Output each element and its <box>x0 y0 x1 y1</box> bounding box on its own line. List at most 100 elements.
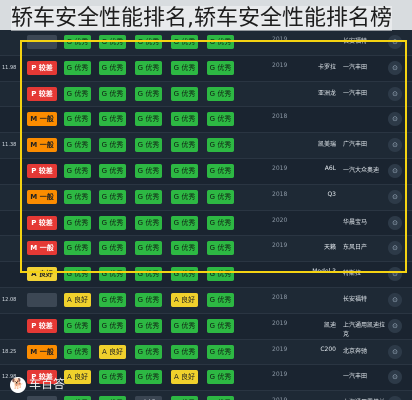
model-year: 2018 <box>272 113 288 121</box>
overall-rating-badge: P 较差 <box>27 318 57 333</box>
car-model: 凯美瑞 <box>317 141 336 149</box>
brand-logo-icon: ⊙ <box>388 267 402 282</box>
table-row[interactable]: 18.25 M 一般 G 优秀 A 良好 G 优秀 G 优秀 G 优秀 2019 C200 北京奔… <box>0 339 412 366</box>
price-label <box>2 113 16 125</box>
car-model: C200 <box>320 345 336 353</box>
rating-badge: G 优秀 <box>99 189 126 204</box>
overall-rating-badge: M 一般 <box>27 241 57 256</box>
rating-badge: G 优秀 <box>171 318 198 333</box>
overall-rating-badge <box>27 396 57 400</box>
rating-badge: G 优秀 <box>207 163 234 178</box>
brand-logo-icon: ⊙ <box>388 189 402 204</box>
ranking-screenshot: G 优秀 G 优秀 G 优秀 G 优秀 G 优秀 2019 长安福特 ⊙ 11.98 P 较差 G … <box>0 0 412 400</box>
car-model: 凯迪 <box>323 321 336 329</box>
rating-badge: G 优秀 <box>64 189 91 204</box>
rating-badge: G 优秀 <box>171 86 198 101</box>
table-row[interactable]: M 一般 G 优秀 G 优秀 G 优秀 G 优秀 G 优秀 2019 天籁 东风日产 ⊙ <box>0 236 412 263</box>
rating-badge: G 优秀 <box>207 292 234 307</box>
rating-badge: G 优秀 <box>171 241 198 256</box>
rating-badge: G 优秀 <box>135 163 162 178</box>
brand-logo-icon: ⊙ <box>388 215 402 230</box>
rating-badge: G 优秀 <box>135 215 162 230</box>
rating-badge: A 良好 <box>64 292 91 307</box>
table-row[interactable]: P 较差 G 优秀 G 优秀 G 优秀 G 优秀 G 优秀 2019 凯迪 上汽通用凯迪拉克 ⊙ <box>0 313 412 340</box>
brand-logo-icon: ⊙ <box>388 86 402 101</box>
rating-badge: G 优秀 <box>64 318 91 333</box>
car-brand: 一汽丰田 <box>343 63 368 71</box>
table-row[interactable]: 11.98 P 较差 G 优秀 G 优秀 G 优秀 G 优秀 G 优秀 2019 卡罗拉 一汽丰田… <box>0 55 412 82</box>
rating-badge: G 优秀 <box>64 60 91 75</box>
rating-badge: G 优秀 <box>207 241 234 256</box>
price-label <box>2 217 16 229</box>
overall-rating-badge: P 较差 <box>27 163 57 178</box>
rating-badge: G 优秀 <box>207 344 234 359</box>
brand-logo-icon: ⊙ <box>388 318 402 333</box>
rating-badge: G 优秀 <box>64 35 91 49</box>
rating-badge: G 优秀 <box>135 35 162 49</box>
rating-badge: G 优秀 <box>99 112 126 127</box>
rating-badge: G 优秀 <box>64 396 91 400</box>
rating-badge: G 优秀 <box>64 138 91 153</box>
car-model: 亚洲龙 <box>317 89 336 97</box>
table-row[interactable]: P 较差 G 优秀 G 优秀 G 优秀 G 优秀 G 优秀 2019 A6L 一汽大众奥迪 ⊙ <box>0 158 412 185</box>
rating-badge: G 优秀 <box>135 86 162 101</box>
rating-badge: 未知 <box>135 396 162 400</box>
overlay-title: 轿车安全性能排名,轿车安全性能排名榜 <box>11 4 403 34</box>
rating-badge: G 优秀 <box>135 344 162 359</box>
price-label <box>2 165 16 177</box>
car-brand: 北京奔驰 <box>343 347 368 355</box>
rating-badge: G 优秀 <box>207 267 234 282</box>
table-row[interactable]: 11.38 M 一般 G 优秀 G 优秀 G 优秀 G 优秀 G 优秀 凯美瑞 广汽丰田 ⊙ <box>0 133 412 159</box>
rating-badge: G 优秀 <box>64 241 91 256</box>
table-row[interactable]: M 一般 G 优秀 G 优秀 G 优秀 G 优秀 G 优秀 2018 Q3 ⊙ <box>0 184 412 211</box>
rating-badge: G 优秀 <box>99 60 126 75</box>
overall-rating-badge: P 较差 <box>27 215 57 230</box>
car-model: Q3 <box>327 190 336 198</box>
car-brand: 长安福特 <box>343 38 368 45</box>
watermark-text: 车百答 <box>29 377 66 391</box>
table-row[interactable]: 12.08 A 良好 G 优秀 G 优秀 A 良好 G 优秀 2018 长安福特 ⊙ <box>0 287 412 314</box>
rating-badge: G 优秀 <box>171 60 198 75</box>
price-label: 11.38 <box>2 142 17 149</box>
overall-rating-badge: M 一般 <box>27 344 57 359</box>
price-label <box>2 320 16 332</box>
rating-badge: G 优秀 <box>207 138 234 153</box>
rating-badge: G 优秀 <box>135 292 162 307</box>
price-label: 12.08 <box>2 296 17 303</box>
rating-badge: G 优秀 <box>64 112 91 127</box>
car-model: Model 3 <box>312 268 336 276</box>
overall-rating-badge: P 较差 <box>27 86 57 101</box>
price-label <box>2 242 16 254</box>
table-row[interactable]: P 较差 G 优秀 G 优秀 G 优秀 G 优秀 G 优秀 亚洲龙 一汽丰田 ⊙ <box>0 81 412 108</box>
rating-badge: G 优秀 <box>171 344 198 359</box>
rating-badge: G 优秀 <box>64 267 91 282</box>
rating-badge: G 优秀 <box>64 163 91 178</box>
rating-badge: G 优秀 <box>99 241 126 256</box>
rating-badge: G 优秀 <box>99 86 126 101</box>
rating-badge: G 优秀 <box>207 86 234 101</box>
rating-badge: G 优秀 <box>207 189 234 204</box>
rating-badge: A 良好 <box>64 370 91 385</box>
table-row[interactable]: P 较差 G 优秀 G 优秀 G 优秀 G 优秀 G 优秀 2020 华晨宝马 ⊙ <box>0 210 412 237</box>
table-row[interactable]: M 一般 G 优秀 G 优秀 G 优秀 G 优秀 G 优秀 2018 ⊙ <box>0 107 412 134</box>
table-row[interactable]: A 良好 G 优秀 G 优秀 G 优秀 G 优秀 G 优秀 Model 3 特斯拉 ⊙ <box>0 262 412 288</box>
overall-rating-badge: M 一般 <box>27 138 57 153</box>
model-year: 2019 <box>272 371 288 379</box>
car-model: A6L <box>324 164 336 172</box>
car-brand: 长安福特 <box>343 295 368 303</box>
safety-ranking-table: G 优秀 G 优秀 G 优秀 G 优秀 G 优秀 2019 长安福特 ⊙ 11.98 P 较差 G … <box>0 30 412 400</box>
rating-badge: G 优秀 <box>99 292 126 307</box>
rating-badge: G 优秀 <box>135 318 162 333</box>
dog-logo-icon: 🐕 <box>10 376 26 393</box>
brand-logo-icon: ⊙ <box>388 35 402 49</box>
rating-badge: G 优秀 <box>207 370 234 385</box>
model-year: 2019 <box>272 36 288 43</box>
rating-badge: G 优秀 <box>171 215 198 230</box>
car-brand: 特斯拉 <box>343 270 362 278</box>
car-brand: 华晨宝马 <box>343 218 368 226</box>
rating-badge: G 优秀 <box>171 189 198 204</box>
rating-badge: G 优秀 <box>207 35 234 49</box>
overall-rating-badge: A 良好 <box>27 267 57 282</box>
rating-badge: A 良好 <box>171 370 198 385</box>
rating-badge: G 优秀 <box>171 396 198 400</box>
